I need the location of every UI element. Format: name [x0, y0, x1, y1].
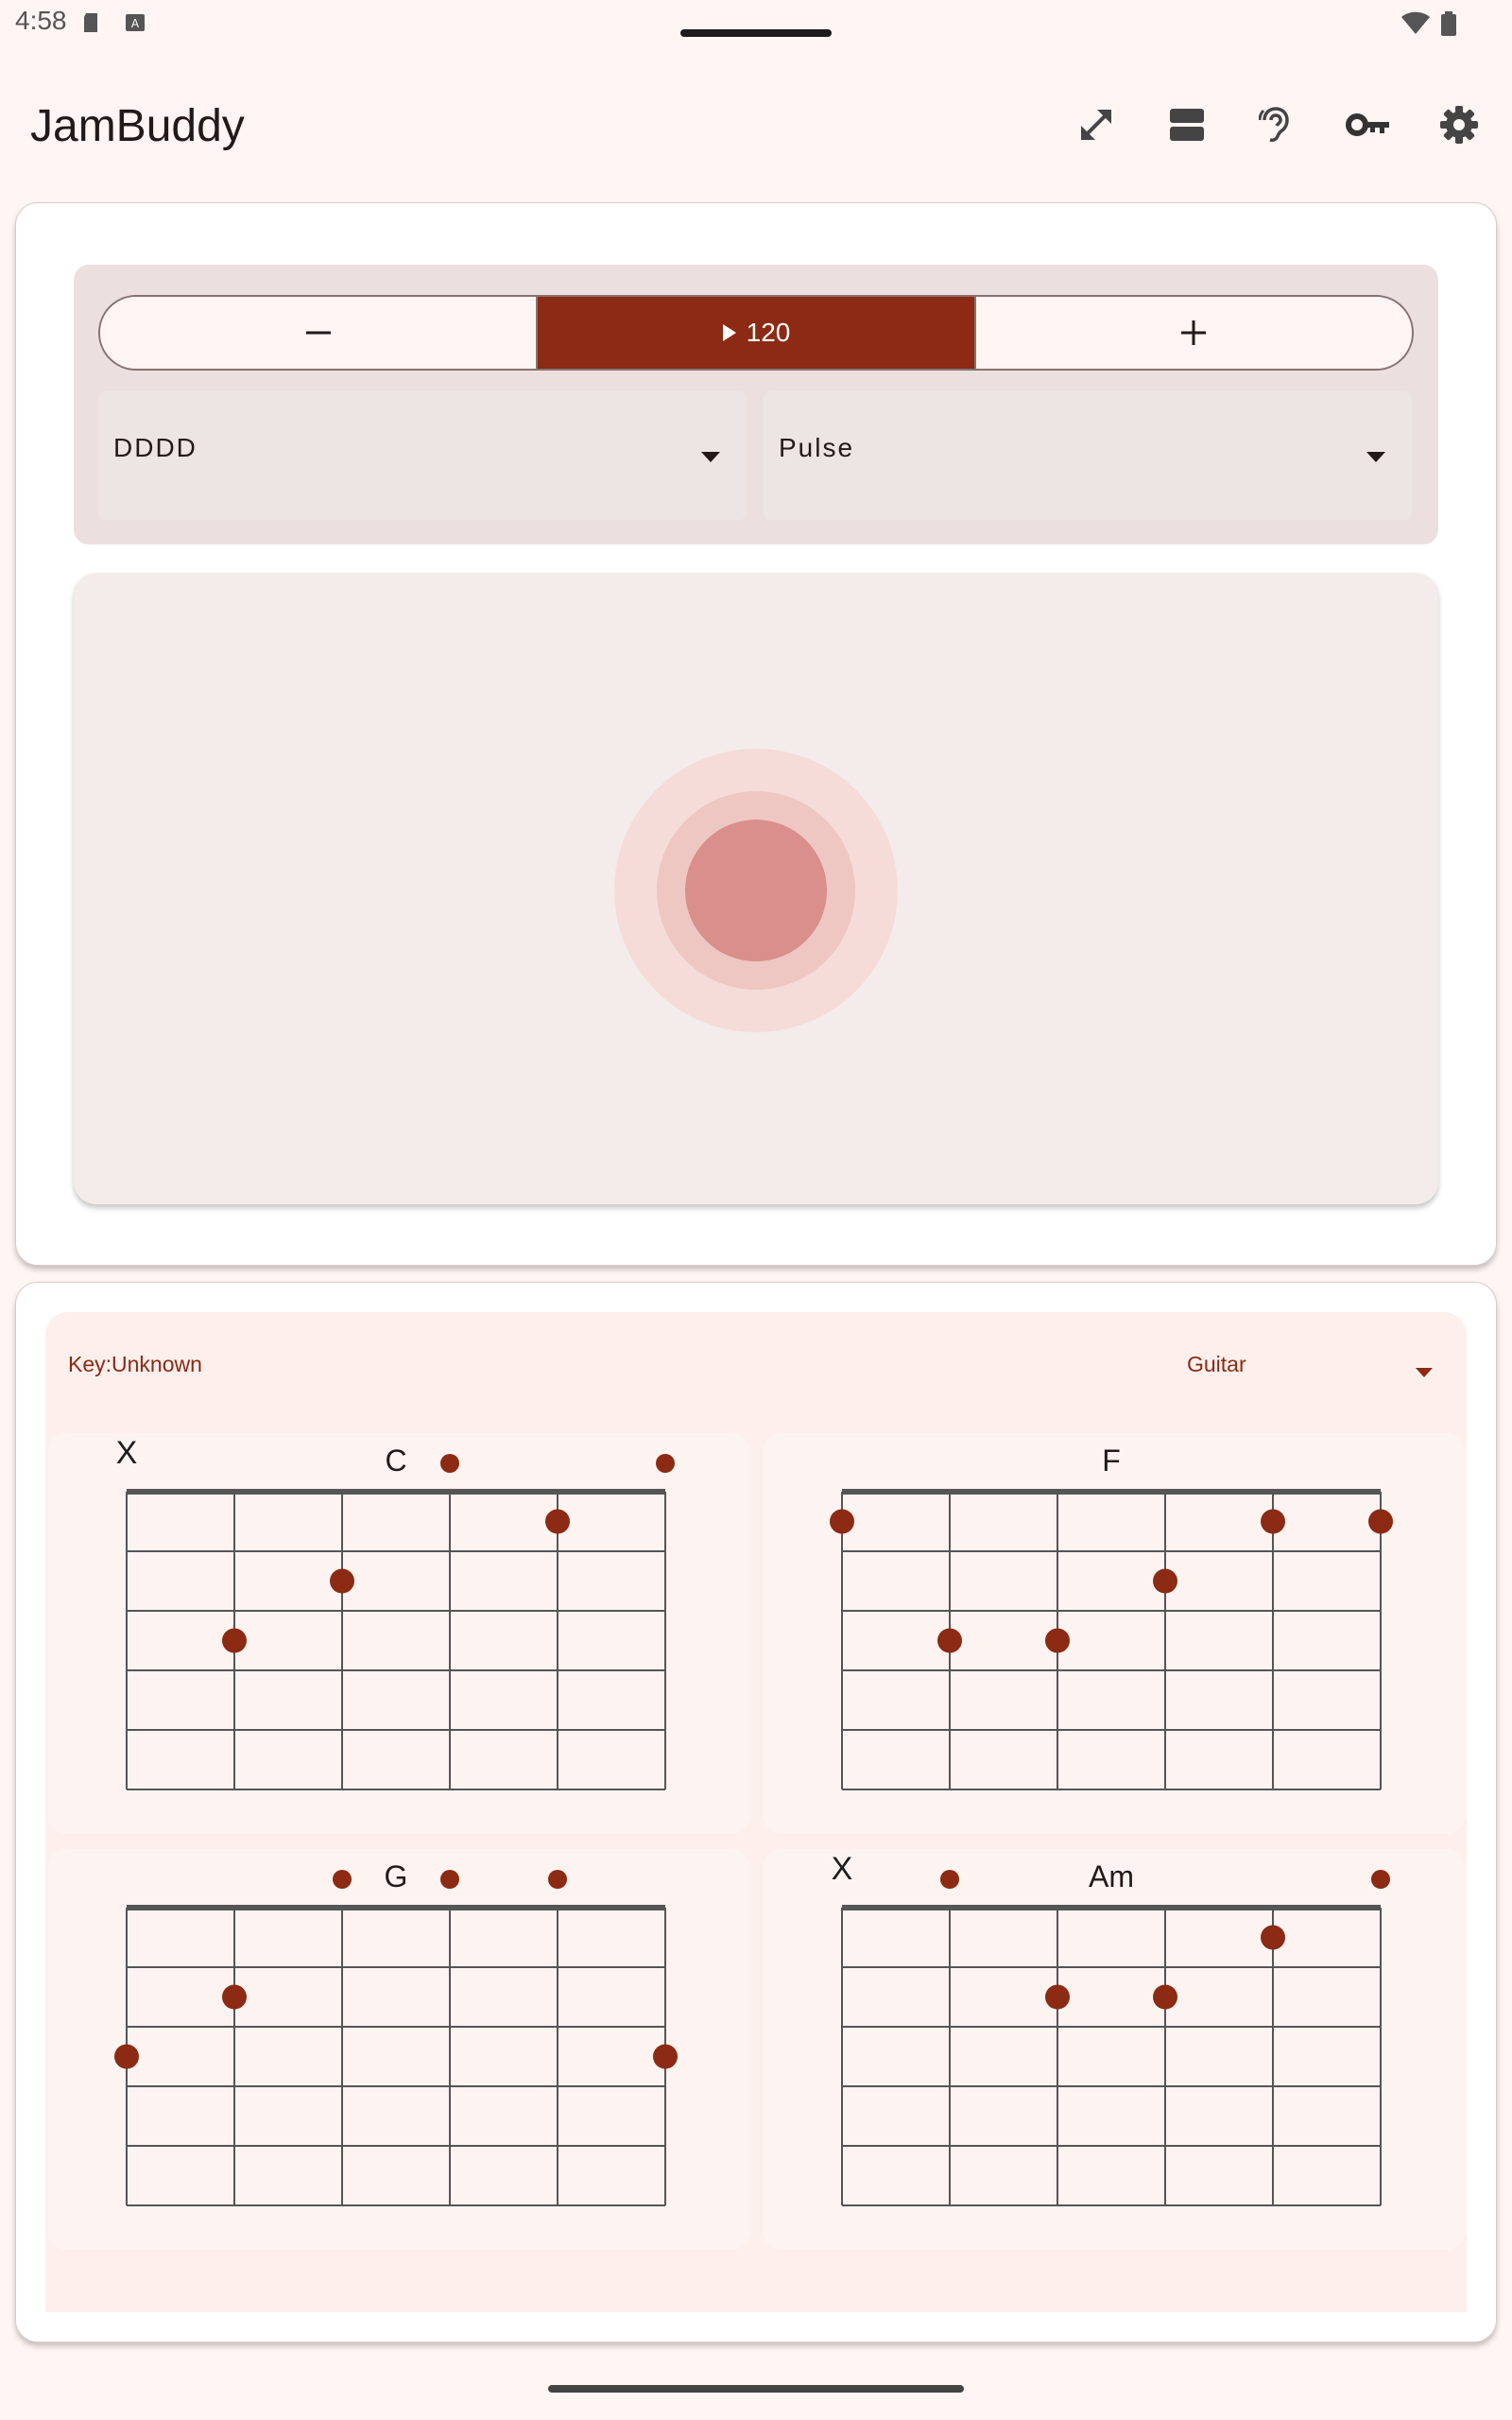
finger-dot — [1261, 1509, 1285, 1534]
key-icon — [1346, 113, 1389, 136]
settings-button[interactable] — [1429, 95, 1489, 155]
chord-diagram: CX — [116, 1435, 675, 1790]
home-indicator[interactable] — [548, 2385, 964, 2393]
battery-icon — [1441, 11, 1456, 36]
strum-pattern-value: DDDD — [113, 433, 198, 462]
finger-dot — [937, 1628, 962, 1653]
finger-dot — [545, 1509, 570, 1534]
open-string-dot — [1371, 1870, 1390, 1889]
instrument-dropdown[interactable]: Guitar — [1172, 1327, 1455, 1412]
chord-name: Am — [1089, 1859, 1134, 1893]
chord-card[interactable]: CX — [47, 1433, 750, 1834]
open-string-dot — [333, 1870, 352, 1889]
finger-dot — [1045, 1628, 1070, 1653]
chord-diagram: F — [830, 1443, 1393, 1790]
finger-dot — [330, 1568, 354, 1594]
status-bar: 4:58 A — [0, 0, 1512, 47]
play-icon — [722, 324, 736, 341]
key-label: Key: — [68, 1352, 112, 1376]
chord-name: F — [1102, 1443, 1121, 1478]
open-string-dot — [440, 1454, 459, 1473]
finger-dot — [1153, 1568, 1177, 1594]
open-string-dot — [548, 1870, 567, 1889]
muted-string-marker: X — [832, 1851, 853, 1887]
layout-icon — [1170, 109, 1204, 141]
dropdown-arrow-icon — [1366, 452, 1385, 462]
keyboard-icon: A — [126, 14, 145, 31]
hearing-button[interactable] — [1247, 95, 1308, 155]
sound-value: Pulse — [779, 433, 855, 462]
app-title: JamBuddy — [30, 101, 245, 151]
dropdown-arrow-icon — [701, 452, 720, 462]
key-indicator: Key:Unknown — [68, 1352, 202, 1377]
finger-dot — [1261, 1925, 1285, 1950]
chord-diagram: G — [114, 1859, 678, 2206]
chord-name: G — [385, 1859, 408, 1893]
decrease-tempo-button[interactable] — [100, 297, 537, 369]
tempo-bpm: 120 — [746, 318, 791, 347]
open-string-dot — [656, 1454, 675, 1473]
open-string-dot — [940, 1870, 959, 1889]
finger-dot — [1045, 1984, 1070, 2010]
layout-button[interactable] — [1157, 95, 1217, 155]
fullscreen-icon — [1081, 110, 1111, 140]
sound-dropdown[interactable]: Pulse — [764, 391, 1412, 520]
status-time: 4:58 — [15, 6, 67, 35]
finger-dot — [653, 2044, 678, 2069]
settings-icon — [1440, 106, 1478, 144]
finger-dot — [1368, 1509, 1393, 1534]
plus-icon — [1181, 320, 1207, 345]
key-button[interactable] — [1338, 95, 1399, 155]
finger-dot — [222, 1628, 247, 1653]
chord-card[interactable]: G — [47, 1849, 750, 2250]
chord-name: C — [385, 1443, 406, 1478]
app-bar: JamBuddy — [0, 57, 1512, 189]
finger-dot — [830, 1509, 854, 1534]
finger-dot — [222, 1984, 247, 2010]
instrument-value: Guitar — [1187, 1352, 1246, 1376]
chord-card[interactable]: Am X — [763, 1849, 1466, 2250]
dropdown-arrow-icon — [1416, 1368, 1433, 1377]
minus-icon — [305, 331, 331, 335]
wifi-icon — [1401, 11, 1430, 34]
play-tempo-button[interactable]: 120 — [536, 297, 974, 369]
sd-card-icon — [84, 13, 97, 32]
fullscreen-button[interactable] — [1066, 95, 1126, 155]
key-value: Unknown — [112, 1352, 202, 1376]
svg-text:A: A — [131, 17, 140, 30]
pulse-core — [685, 820, 827, 961]
muted-string-marker: X — [116, 1435, 138, 1471]
finger-dot — [1153, 1984, 1177, 2010]
open-string-dot — [440, 1870, 459, 1889]
finger-dot — [114, 2044, 139, 2069]
hearing-icon — [1259, 107, 1289, 142]
chord-card[interactable]: F — [763, 1433, 1466, 1834]
tempo-segmented-control: 120 — [98, 295, 1414, 371]
chord-diagram: Am X — [832, 1851, 1390, 2206]
drag-handle[interactable] — [680, 29, 832, 37]
increase-tempo-button[interactable] — [973, 297, 1412, 369]
pulse-visualizer[interactable] — [74, 573, 1438, 1204]
strum-pattern-dropdown[interactable]: DDDD — [98, 391, 747, 520]
